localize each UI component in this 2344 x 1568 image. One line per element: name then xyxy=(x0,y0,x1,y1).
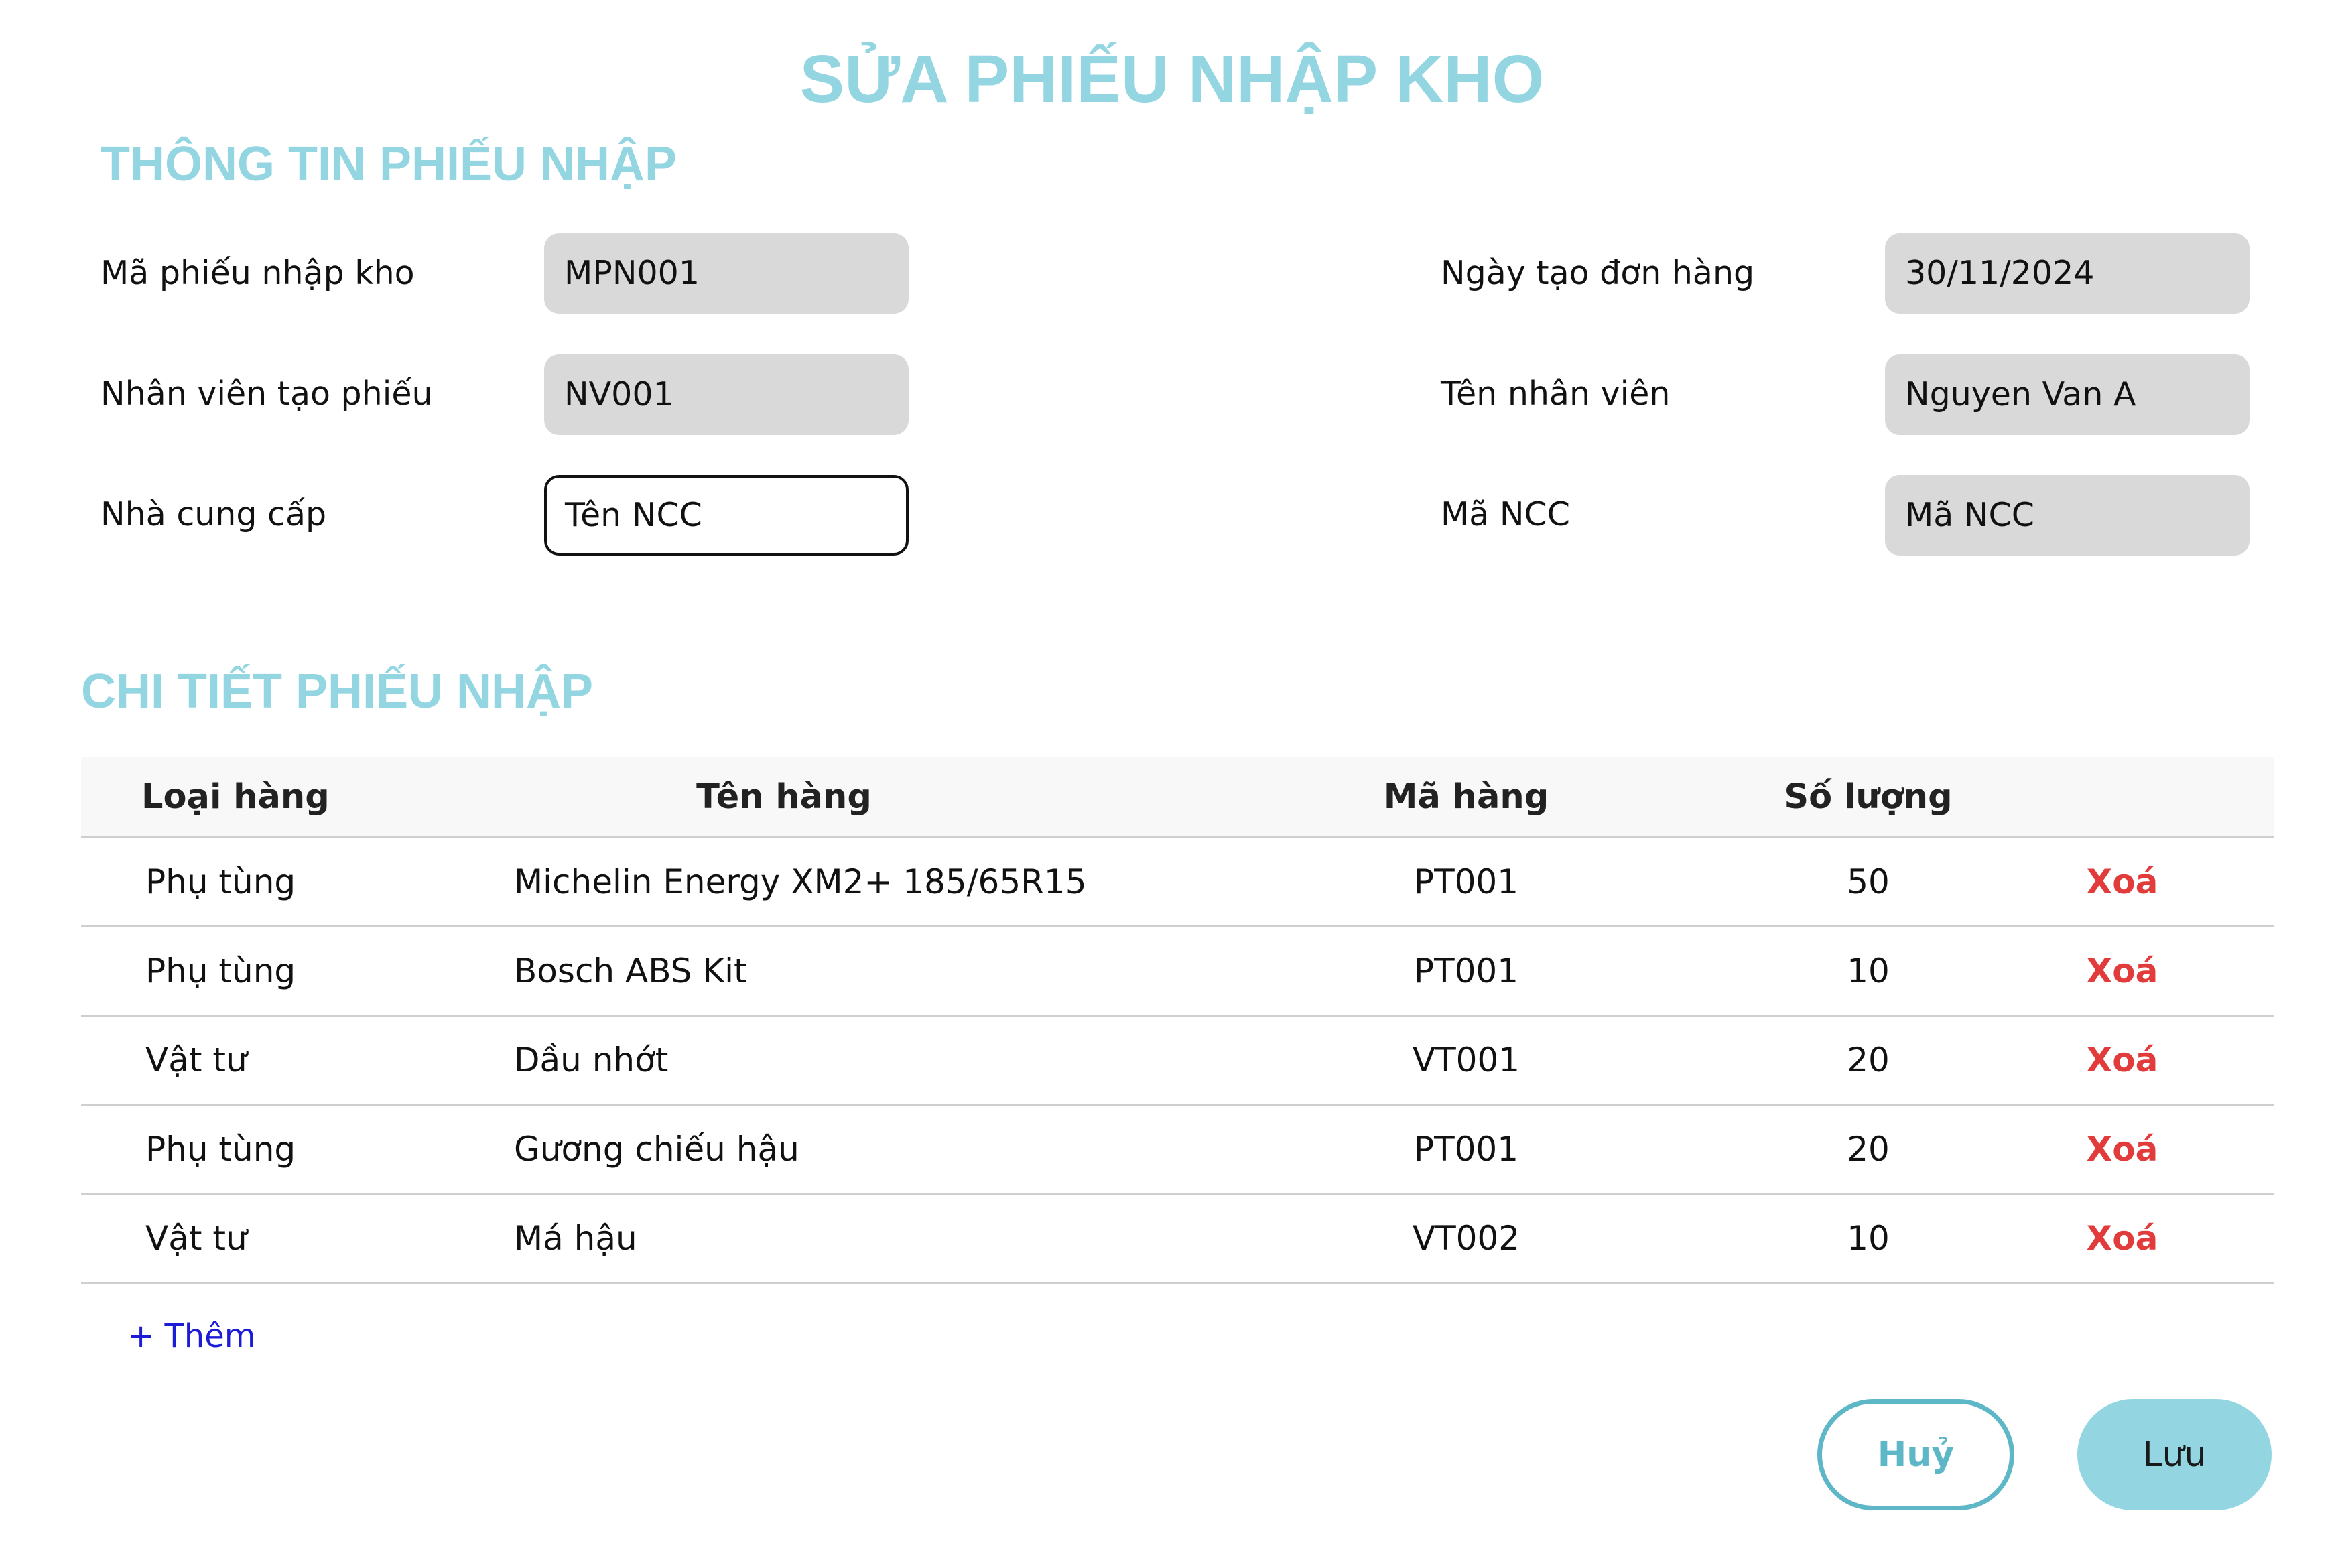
page-title: SỬA PHIẾU NHẬP KHO xyxy=(799,42,1545,117)
row-code: VT001 xyxy=(1412,1041,1520,1080)
supplier-code-field[interactable]: Mã NCC xyxy=(1885,475,2250,556)
delete-row-button[interactable]: Xoá xyxy=(2055,1017,2189,1104)
row-code: PT001 xyxy=(1413,862,1519,901)
delete-row-button[interactable]: Xoá xyxy=(2055,838,2189,925)
supplier-label: Nhà cung cấp xyxy=(101,495,327,533)
column-header-code: Mã hàng xyxy=(1383,777,1549,817)
details-section-title: CHI TIẾT PHIẾU NHẬP xyxy=(81,665,594,718)
row-name: Gương chiếu hậu xyxy=(514,1130,799,1169)
row-type: Phụ tùng xyxy=(145,952,296,990)
delete-row-button[interactable]: Xoá xyxy=(2055,1106,2189,1193)
receipt-code-label: Mã phiếu nhập kho xyxy=(101,254,415,292)
row-qty: 20 xyxy=(1847,1130,1890,1169)
table-row: Phụ tùng Gương chiếu hậu PT001 20 Xoá xyxy=(81,1106,2274,1195)
save-button[interactable]: Lưu xyxy=(2077,1399,2272,1510)
table-row: Vật tư Dầu nhớt VT001 20 Xoá xyxy=(81,1017,2274,1106)
employee-name-label: Tên nhân viên xyxy=(1441,375,1671,413)
created-date-label: Ngày tạo đơn hàng xyxy=(1441,254,1755,292)
employee-id-label: Nhân viên tạo phiếu xyxy=(101,375,433,413)
delete-row-button[interactable]: Xoá xyxy=(2055,1195,2189,1282)
row-code: VT002 xyxy=(1412,1219,1520,1258)
row-name: Bosch ABS Kit xyxy=(514,952,747,990)
row-name: Dầu nhớt xyxy=(514,1041,669,1080)
row-code: PT001 xyxy=(1413,1130,1519,1169)
row-type: Vật tư xyxy=(145,1041,247,1080)
column-header-qty: Số lượng xyxy=(1784,777,1953,817)
row-qty: 10 xyxy=(1847,952,1890,990)
row-code: PT001 xyxy=(1413,952,1519,990)
row-qty: 10 xyxy=(1847,1219,1890,1258)
row-type: Phụ tùng xyxy=(145,1130,296,1169)
delete-row-button[interactable]: Xoá xyxy=(2055,927,2189,1015)
table-row: Vật tư Má hậu VT002 10 Xoá xyxy=(81,1195,2274,1284)
column-header-type: Loại hàng xyxy=(141,777,330,817)
row-name: Má hậu xyxy=(514,1219,637,1258)
employee-id-field[interactable]: NV001 xyxy=(544,354,909,435)
table-header: Loại hàng Tên hàng Mã hàng Số lượng xyxy=(81,757,2274,838)
table-row: Phụ tùng Bosch ABS Kit PT001 10 Xoá xyxy=(81,927,2274,1017)
table-row: Phụ tùng Michelin Energy XM2+ 185/65R15 … xyxy=(81,838,2274,927)
column-header-name: Tên hàng xyxy=(696,777,872,817)
row-qty: 50 xyxy=(1847,862,1890,901)
info-section-title: THÔNG TIN PHIẾU NHẬP xyxy=(101,137,677,191)
receipt-code-field[interactable]: MPN001 xyxy=(544,233,909,314)
cancel-button[interactable]: Huỷ xyxy=(1817,1399,2014,1510)
row-name: Michelin Energy XM2+ 185/65R15 xyxy=(514,862,1087,901)
add-row-link[interactable]: + Thêm xyxy=(127,1316,256,1356)
employee-name-field[interactable]: Nguyen Van A xyxy=(1885,354,2250,435)
created-date-field[interactable]: 30/11/2024 xyxy=(1885,233,2250,314)
supplier-code-label: Mã NCC xyxy=(1441,495,1570,533)
row-qty: 20 xyxy=(1847,1041,1890,1080)
supplier-input[interactable]: Tên NCC xyxy=(544,475,909,556)
details-table: Loại hàng Tên hàng Mã hàng Số lượng Phụ … xyxy=(81,757,2274,1284)
row-type: Phụ tùng xyxy=(145,862,296,901)
row-type: Vật tư xyxy=(145,1219,247,1258)
